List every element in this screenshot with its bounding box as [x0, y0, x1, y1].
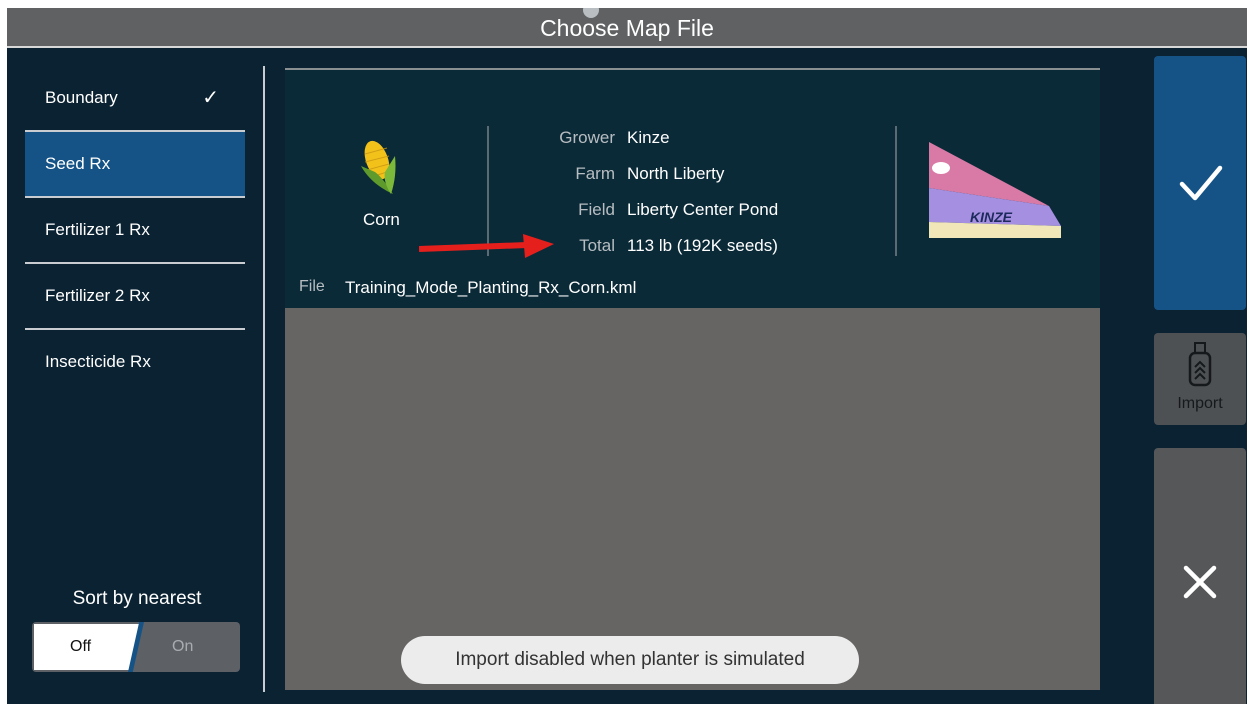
check-icon: ✓ [202, 87, 219, 109]
sidebar-item-label: Boundary [45, 88, 118, 107]
sidebar-item-fertilizer-1-rx[interactable]: Fertilizer 1 Rx [25, 198, 245, 262]
toast-message: Import disabled when planter is simulate… [401, 636, 859, 684]
toggle-off-option[interactable]: Off [34, 624, 142, 670]
confirm-button[interactable] [1154, 56, 1246, 310]
kinze-logo: KINZE [929, 142, 1061, 238]
screen: Choose Map File Boundary ✓ Seed Rx Ferti… [7, 8, 1247, 704]
grower-label: Grower [559, 128, 615, 147]
sidebar-item-label: Fertilizer 1 Rx [45, 220, 150, 239]
sort-by-nearest-label: Sort by nearest [72, 588, 202, 609]
sidebar-item-label: Fertilizer 2 Rx [45, 286, 150, 305]
sort-by-nearest-toggle[interactable]: Off On [32, 622, 240, 672]
farm-value: North Liberty [627, 164, 725, 183]
page-title: Choose Map File [540, 15, 714, 41]
import-label: Import [1177, 395, 1223, 412]
sidebar-item-boundary[interactable]: Boundary ✓ [25, 66, 245, 130]
sidebar-item-fertilizer-2-rx[interactable]: Fertilizer 2 Rx [25, 264, 245, 328]
close-icon [1183, 565, 1217, 599]
field-label: Field [578, 200, 615, 219]
import-button[interactable]: Import [1154, 333, 1246, 425]
usb-drive-icon [1188, 342, 1212, 387]
map-file-details[interactable]: Corn Grower Kinze Farm North Liberty Fie… [285, 68, 1100, 310]
checkmark-icon [1179, 165, 1223, 201]
details-separator [895, 126, 897, 256]
total-value: 113 lb (192K seeds) [627, 236, 778, 255]
map-preview[interactable] [285, 308, 1100, 690]
farm-label: Farm [575, 164, 615, 183]
sidebar-item-seed-rx[interactable]: Seed Rx [25, 132, 245, 196]
file-label: File [299, 278, 325, 295]
toggle-on-option[interactable]: On [172, 622, 193, 672]
logo-text: KINZE [970, 209, 1013, 225]
sidebar-item-insecticide-rx[interactable]: Insecticide Rx [25, 330, 245, 394]
grower-value: Kinze [627, 128, 670, 147]
field-value: Liberty Center Pond [627, 200, 779, 219]
annotation-arrow-icon [419, 234, 554, 258]
title-bar: Choose Map File [7, 8, 1247, 48]
sidebar-item-label: Insecticide Rx [45, 352, 151, 371]
sidebar-item-label: Seed Rx [45, 154, 111, 173]
sidebar-separator [263, 66, 265, 692]
cancel-button[interactable] [1154, 448, 1246, 704]
file-name: Training_Mode_Planting_Rx_Corn.kml [345, 278, 637, 297]
